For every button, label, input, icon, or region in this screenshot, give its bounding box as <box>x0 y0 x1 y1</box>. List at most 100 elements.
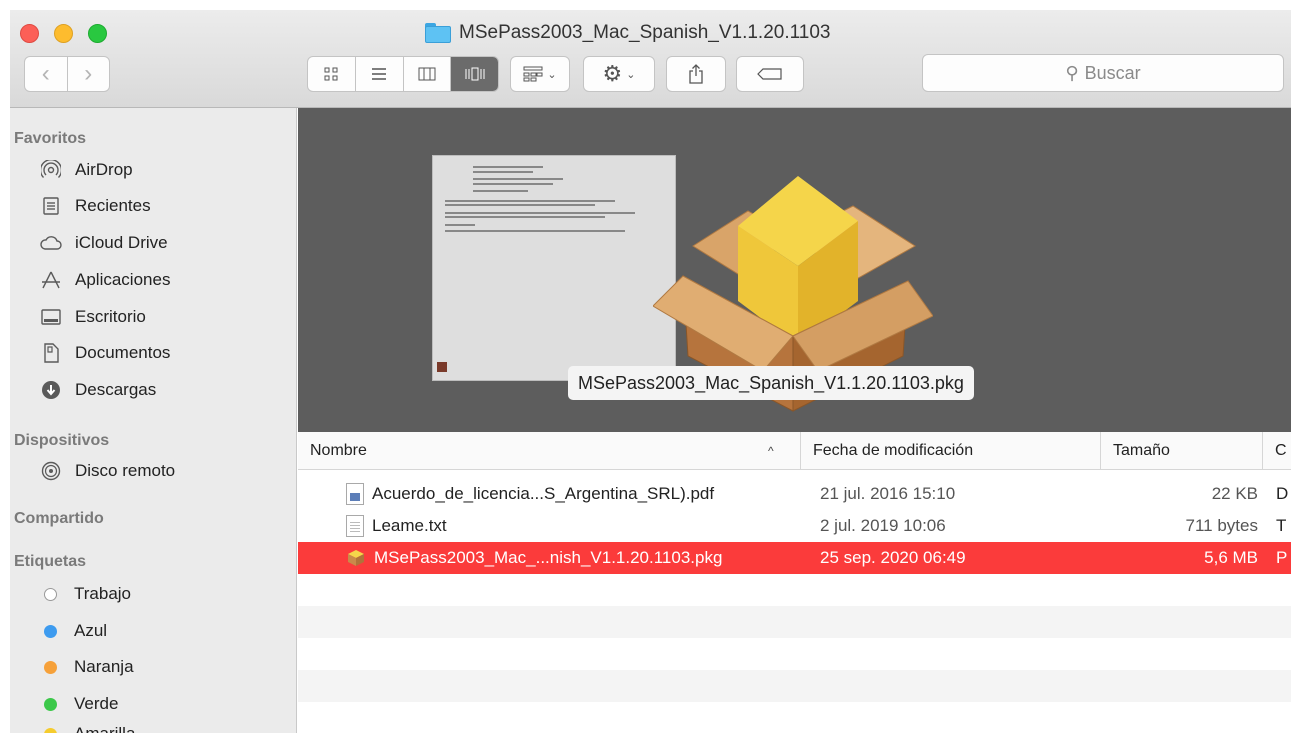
tag-dot-icon <box>44 697 57 711</box>
favorites-section-title: Favoritos <box>14 130 87 147</box>
tag-dot-icon <box>44 587 57 601</box>
chevron-left-icon: ‹ <box>41 60 50 87</box>
arrange-button[interactable]: ⌄ <box>510 56 570 92</box>
cover-flow-preview[interactable]: MSePass2003_Mac_Spanish_V1.1.20.1103.pkg <box>298 108 1291 432</box>
column-header-date[interactable]: Fecha de modificación <box>800 432 1100 470</box>
grid-icon <box>324 67 338 81</box>
sidebar-item-label: Descargas <box>75 380 157 399</box>
empty-row <box>298 702 1291 733</box>
column-header-size[interactable]: Tamaño <box>1100 432 1262 470</box>
downloads-icon <box>40 379 62 401</box>
list-icon <box>372 68 387 80</box>
table-row[interactable]: Acuerdo_de_licencia...S_Argentina_SRL).p… <box>298 478 1291 510</box>
sidebar-item-airdrop[interactable]: AirDrop <box>40 156 133 184</box>
sidebar-item-label: Escritorio <box>75 307 146 326</box>
sidebar-item-label: iCloud Drive <box>75 233 168 252</box>
sidebar: Favoritos AirDrop Recientes iCloud Drive… <box>10 108 297 733</box>
sidebar-item-aplicaciones[interactable]: Aplicaciones <box>40 266 170 294</box>
sidebar-item-icloud-drive[interactable]: iCloud Drive <box>40 229 168 257</box>
share-button[interactable] <box>666 56 726 92</box>
cover-flow-icon <box>465 67 485 81</box>
file-list: Nombre ^ Fecha de modificación Tamaño C … <box>298 432 1291 733</box>
sidebar-item-label: Azul <box>74 621 108 640</box>
file-size: 5,6 MB <box>1204 548 1258 567</box>
action-button[interactable]: ⚙ ⌄ <box>583 56 655 92</box>
search-icon: ⚲ <box>1065 62 1079 83</box>
icon-view-button[interactable] <box>308 57 356 91</box>
sidebar-item-label: Verde <box>74 694 119 713</box>
sidebar-item-escritorio[interactable]: Escritorio <box>40 303 146 331</box>
text-file-icon <box>346 515 364 537</box>
search-input[interactable]: ⚲ Buscar <box>922 54 1284 92</box>
share-icon <box>689 64 703 84</box>
forward-button[interactable]: › <box>68 57 110 91</box>
sidebar-item-label: Naranja <box>74 657 134 676</box>
remote-disc-icon <box>40 460 62 482</box>
package-icon <box>348 550 364 566</box>
sidebar-tag-trabajo[interactable]: Trabajo <box>40 580 131 608</box>
empty-row <box>298 574 1291 606</box>
sidebar-item-disco-remoto[interactable]: Disco remoto <box>40 457 175 485</box>
desktop-icon <box>40 306 62 328</box>
column-header-label: C <box>1275 442 1287 459</box>
tag-icon <box>757 68 782 80</box>
arrange-grid-icon <box>523 66 543 82</box>
view-mode-selector <box>307 56 499 92</box>
sidebar-item-label: Trabajo <box>74 584 132 603</box>
column-header-label: Nombre <box>310 442 367 459</box>
table-row[interactable]: Leame.txt 2 jul. 2019 10:06 711 bytes T <box>298 510 1291 542</box>
chevron-down-icon: ⌄ <box>626 68 636 81</box>
empty-row <box>298 606 1291 638</box>
cloud-icon <box>40 232 62 254</box>
columns-icon <box>418 67 436 81</box>
file-date: 21 jul. 2016 15:10 <box>820 484 956 503</box>
airdrop-icon <box>40 159 62 181</box>
file-name: Acuerdo_de_licencia...S_Argentina_SRL).p… <box>372 484 715 503</box>
window-title: MSePass2003_Mac_Spanish_V1.1.20.1103 <box>425 21 830 45</box>
zoom-window-button[interactable] <box>88 24 107 43</box>
file-kind: D <box>1276 484 1289 503</box>
column-header-kind[interactable]: C <box>1262 432 1291 470</box>
column-header-name[interactable]: Nombre <box>298 432 800 470</box>
document-thumbnail[interactable] <box>432 155 676 381</box>
empty-row <box>298 670 1291 702</box>
minimize-window-button[interactable] <box>54 24 73 43</box>
sidebar-tag-amarilla[interactable]: Amarilla <box>40 720 135 733</box>
sidebar-item-documentos[interactable]: Documentos <box>40 339 170 367</box>
sidebar-item-recientes[interactable]: Recientes <box>40 192 151 220</box>
sidebar-item-descargas[interactable]: Descargas <box>40 376 156 404</box>
list-view-button[interactable] <box>356 57 404 91</box>
cover-flow-view-button[interactable] <box>451 57 498 91</box>
close-window-button[interactable] <box>20 24 39 43</box>
tag-dot-icon <box>44 660 57 674</box>
finder-window: MSePass2003_Mac_Spanish_V1.1.20.1103 ‹ ›… <box>10 10 1291 733</box>
recents-icon <box>40 195 62 217</box>
file-kind: P <box>1276 548 1288 567</box>
documents-icon <box>40 342 62 364</box>
column-header-label: Fecha de modificación <box>813 442 974 459</box>
column-view-button[interactable] <box>404 57 452 91</box>
tag-dot-icon <box>44 624 57 638</box>
sidebar-tag-verde[interactable]: Verde <box>40 690 118 718</box>
pdf-file-icon <box>346 483 364 505</box>
tags-section-title: Etiquetas <box>14 553 87 570</box>
file-date: 2 jul. 2019 10:06 <box>820 516 946 535</box>
navigation-buttons: ‹ › <box>24 56 110 92</box>
sort-ascending-icon: ^ <box>768 444 774 458</box>
sidebar-tag-naranja[interactable]: Naranja <box>40 653 134 681</box>
toolbar: MSePass2003_Mac_Spanish_V1.1.20.1103 ‹ ›… <box>10 10 1291 108</box>
sidebar-item-label: Disco remoto <box>75 461 176 480</box>
sidebar-item-label: Amarilla <box>74 724 135 733</box>
table-row-selected[interactable]: MSePass2003_Mac_...nish_V1.1.20.1103.pkg… <box>298 542 1291 574</box>
tag-button[interactable] <box>736 56 804 92</box>
back-button[interactable]: ‹ <box>25 57 68 91</box>
file-size: 22 KB <box>1211 484 1258 503</box>
selected-item-label: MSePass2003_Mac_Spanish_V1.1.20.1103.pkg <box>568 366 974 400</box>
sidebar-tag-azul[interactable]: Azul <box>40 617 107 645</box>
tag-dot-icon <box>44 727 57 733</box>
list-header: Nombre ^ Fecha de modificación Tamaño C <box>298 432 1291 470</box>
file-kind: T <box>1276 516 1287 535</box>
empty-row <box>298 638 1291 670</box>
sidebar-item-label: Documentos <box>75 343 171 362</box>
file-name: MSePass2003_Mac_...nish_V1.1.20.1103.pkg <box>374 548 723 567</box>
